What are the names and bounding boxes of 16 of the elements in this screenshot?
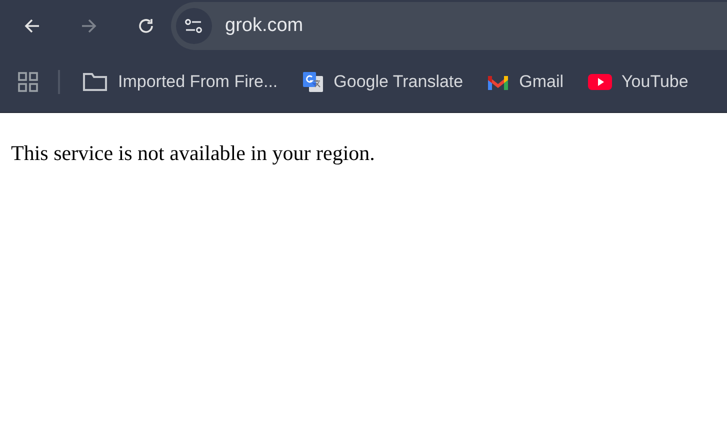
apps-grid-icon[interactable] xyxy=(18,72,38,92)
site-settings-icon[interactable] xyxy=(176,8,212,44)
left-arrow-icon xyxy=(23,17,41,35)
url-text: grok.com xyxy=(225,15,304,37)
bookmark[interactable]: Gmail xyxy=(487,72,564,92)
bookmark[interactable]: YouTube xyxy=(588,72,688,92)
folder-icon xyxy=(82,72,108,92)
translate-icon xyxy=(302,71,324,93)
bookmark[interactable]: Google Translate xyxy=(302,71,464,93)
right-arrow-icon xyxy=(80,17,98,35)
play-icon xyxy=(588,73,612,91)
reload-icon xyxy=(137,17,155,35)
bookmark[interactable]: Imported From Fire... xyxy=(82,72,278,92)
address-bar[interactable]: grok.com xyxy=(171,2,727,50)
error-message: This service is not available in your region. xyxy=(11,141,375,166)
envelope-icon xyxy=(487,73,510,91)
